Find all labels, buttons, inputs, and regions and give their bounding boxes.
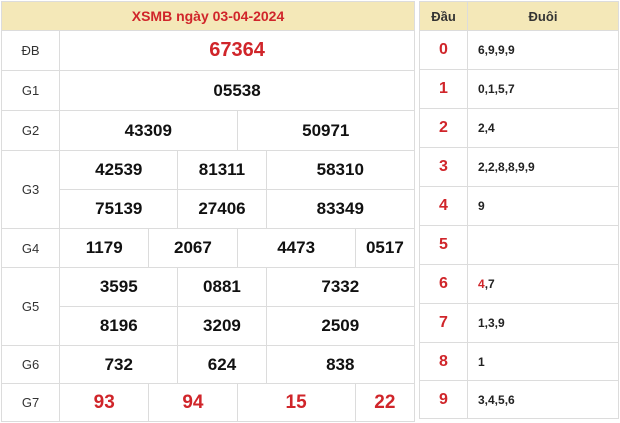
prize-g5-4: 8196 (59, 306, 179, 346)
prize-g5-2: 0881 (177, 267, 267, 307)
duoi-2: 2,4 (467, 108, 619, 148)
dau-3: 3 (419, 147, 468, 187)
prize-g1: 05538 (59, 70, 415, 111)
dau-8: 8 (419, 342, 468, 381)
prize-label-g7: G7 (0, 383, 61, 422)
dau-4: 4 (419, 186, 468, 226)
prize-label-g1: G1 (0, 70, 61, 111)
prize-g5-3: 7332 (265, 267, 416, 307)
duoi-5 (467, 225, 619, 265)
dau-6: 6 (419, 264, 468, 304)
duoi-6: 4,7 (467, 264, 619, 304)
prize-g3-2: 81311 (177, 150, 267, 190)
prize-label-g3: G3 (0, 150, 61, 229)
dau-5: 5 (419, 225, 468, 265)
table-title: XSMB ngày 03-04-2024 (1, 1, 415, 31)
prize-label-g2: G2 (0, 110, 61, 151)
prize-g7-2: 94 (148, 383, 238, 422)
prize-g3-5: 27406 (177, 189, 267, 229)
prize-label-g4: G4 (0, 228, 61, 268)
duoi-1: 0,1,5,7 (467, 69, 619, 109)
prize-g7-4: 22 (354, 383, 416, 422)
prize-g7-3: 15 (236, 383, 356, 422)
prize-g3-6: 83349 (265, 189, 416, 229)
dau-9: 9 (419, 380, 468, 419)
prize-g4-3: 4473 (236, 228, 356, 268)
duoi-3: 2,2,8,8,9,9 (467, 147, 619, 187)
prize-g4-2: 2067 (148, 228, 238, 268)
header-duoi: Đuôi (467, 1, 619, 31)
prize-g4-4: 0517 (354, 228, 416, 268)
duoi-6-highlight: 4 (478, 277, 485, 291)
duoi-4: 9 (467, 186, 619, 226)
prize-g2-1: 43309 (59, 110, 238, 151)
duoi-8: 1 (467, 342, 619, 381)
prize-g6-3: 838 (265, 345, 416, 384)
prize-label-db: ĐB (0, 30, 61, 71)
dau-7: 7 (419, 303, 468, 343)
prize-label-g5: G5 (0, 267, 61, 346)
prize-g6-1: 732 (59, 345, 179, 384)
prize-g3-3: 58310 (265, 150, 416, 190)
prize-g4-1: 1179 (59, 228, 150, 268)
prize-db: 67364 (59, 30, 415, 71)
prize-g5-5: 3209 (177, 306, 267, 346)
duoi-0: 6,9,9,9 (467, 30, 619, 70)
prize-g2-2: 50971 (236, 110, 415, 151)
loto-head-tail-table: Đầu Đuôi 0 6,9,9,9 1 0,1,5,7 2 2,4 3 2,2,8,8… (419, 1, 619, 419)
duoi-6-rest: ,7 (484, 277, 495, 291)
prize-g5-6: 2509 (265, 306, 416, 346)
dau-1: 1 (419, 69, 468, 109)
dau-2: 2 (419, 108, 468, 148)
prize-g7-1: 93 (59, 383, 150, 422)
prize-g5-1: 3595 (59, 267, 179, 307)
duoi-7: 1,3,9 (467, 303, 619, 343)
header-dau: Đầu (419, 1, 468, 31)
dau-0: 0 (419, 30, 468, 70)
prize-label-g6: G6 (0, 345, 61, 384)
results-table: XSMB ngày 03-04-2024 ĐB 67364 G1 05538 G… (0, 1, 416, 422)
prize-g3-4: 75139 (59, 189, 179, 229)
duoi-9: 3,4,5,6 (467, 380, 619, 419)
prize-g6-2: 624 (177, 345, 267, 384)
prize-g3-1: 42539 (59, 150, 179, 190)
